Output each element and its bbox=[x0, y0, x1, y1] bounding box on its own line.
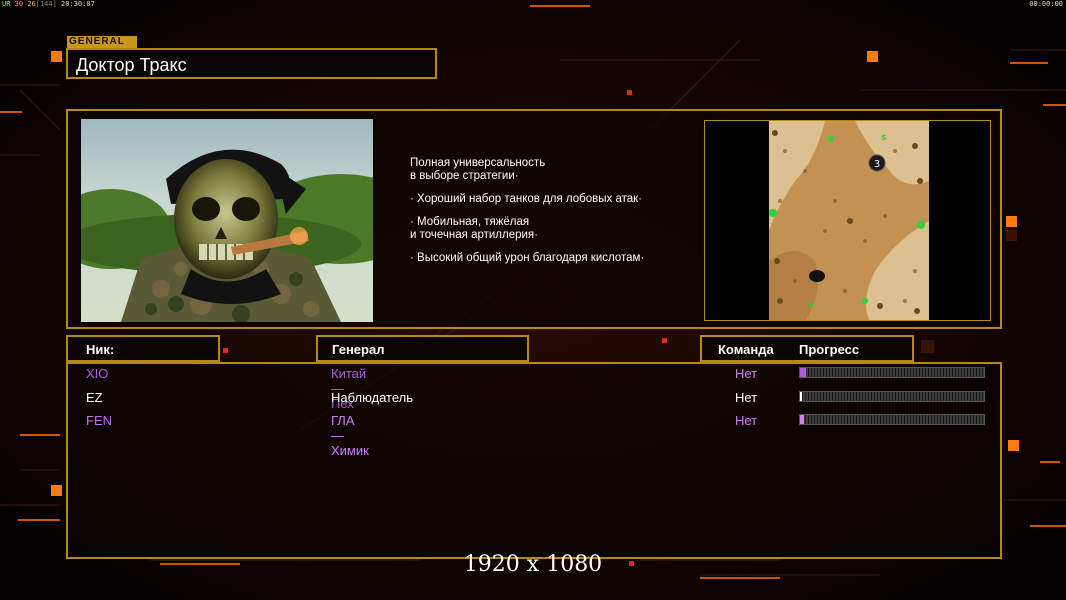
description-line: · Высокий общий урон благодаря кислотам· bbox=[410, 252, 645, 264]
general-description: Полная универсальность в выборе стратеги… bbox=[410, 157, 690, 275]
hud-ping: [144] bbox=[35, 0, 57, 8]
description-line: · Мобильная, тяжёлая и точечная артиллер… bbox=[410, 216, 538, 241]
description-line: Полная универсальность в выборе стратеги… bbox=[410, 157, 546, 182]
progress-fill bbox=[800, 368, 806, 377]
player-team: Нет bbox=[735, 413, 758, 428]
resolution-label: 1920 x 1080 bbox=[463, 552, 603, 577]
hud-logic: 26 bbox=[27, 0, 36, 8]
description-line: · Хороший набор танков для лобовых атак· bbox=[410, 193, 643, 205]
general-name: Доктор Тракс bbox=[76, 55, 187, 75]
map-player-marker: 3 bbox=[874, 159, 880, 170]
col-general-label: Генерал bbox=[332, 342, 385, 357]
player-progress-bar bbox=[799, 367, 985, 378]
player-nick: EZ bbox=[86, 390, 103, 405]
col-team-label: Команда bbox=[718, 342, 774, 357]
hud-right-clock: 00:00:00 bbox=[1029, 0, 1063, 8]
hud-clock: 20:30:07 bbox=[61, 0, 95, 8]
player-team: Нет bbox=[735, 366, 758, 381]
player-general: Наблюдатель bbox=[331, 390, 414, 405]
player-general: ГЛА — Химик bbox=[331, 413, 369, 458]
player-nick: FEN bbox=[86, 413, 112, 428]
map-preview[interactable]: 3 $ $ bbox=[704, 120, 991, 321]
fps-counter: UR 30 26[144] 20:30:07 bbox=[2, 0, 95, 8]
player-progress-bar bbox=[799, 391, 985, 402]
progress-fill bbox=[800, 415, 804, 424]
header-general: Генерал bbox=[316, 335, 529, 362]
general-title-box: Доктор Тракс bbox=[66, 48, 437, 79]
col-nick-label: Ник: bbox=[86, 342, 115, 357]
progress-fill bbox=[800, 392, 802, 401]
player-team: Нет bbox=[735, 390, 758, 405]
player-progress-bar bbox=[799, 414, 985, 425]
general-tag: GENERAL bbox=[67, 36, 137, 48]
player-nick: XIO bbox=[86, 366, 109, 381]
header-team-progress: Команда Прогресс bbox=[700, 335, 914, 362]
header-nick: Ник: bbox=[66, 335, 220, 362]
col-progress-label: Прогресс bbox=[799, 342, 860, 357]
hud-prefix: UR bbox=[2, 0, 11, 8]
hud-fps: 30 bbox=[14, 0, 24, 8]
map-supply-label: $ bbox=[881, 133, 887, 142]
map-supply-label: $ bbox=[808, 300, 814, 309]
general-info-panel: Полная универсальность в выборе стратеги… bbox=[66, 109, 1002, 329]
general-portrait bbox=[81, 119, 373, 322]
